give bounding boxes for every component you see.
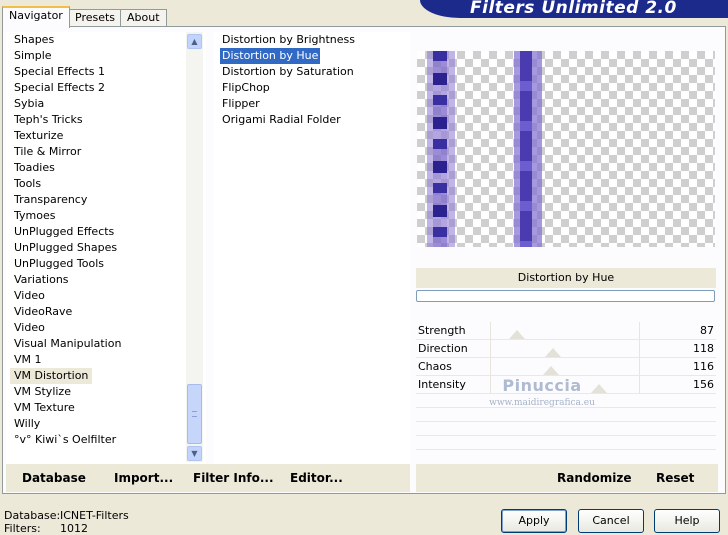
param-label: Intensity bbox=[418, 378, 466, 391]
chevron-up-icon[interactable]: ▲ bbox=[187, 34, 202, 49]
current-filter-name: Distortion by Hue bbox=[416, 268, 716, 288]
status-database: Database:ICNET-Filters bbox=[4, 509, 129, 522]
param-value: 87 bbox=[700, 324, 714, 337]
filter-preview bbox=[417, 51, 715, 247]
param-label: Strength bbox=[418, 324, 466, 337]
filter-item[interactable]: Distortion by Hue bbox=[220, 48, 321, 64]
category-item[interactable]: Video bbox=[10, 320, 49, 336]
preview-stripe-pattern bbox=[433, 51, 447, 247]
left-toolbar: Database Import... Filter Info... Editor… bbox=[6, 464, 410, 492]
editor-button[interactable]: Editor... bbox=[290, 471, 343, 485]
chevron-down-icon[interactable]: ▼ bbox=[187, 446, 202, 461]
import-button[interactable]: Import... bbox=[114, 471, 173, 485]
param-label: Direction bbox=[418, 342, 468, 355]
category-item[interactable]: Special Effects 2 bbox=[10, 80, 109, 96]
category-item[interactable]: VM Texture bbox=[10, 400, 79, 416]
category-item[interactable]: Sybia bbox=[10, 96, 48, 112]
category-item[interactable]: VM 1 bbox=[10, 352, 46, 368]
filter-info-button[interactable]: Filter Info... bbox=[193, 471, 274, 485]
category-item[interactable]: Willy bbox=[10, 416, 44, 432]
param-value: 156 bbox=[693, 378, 714, 391]
param-row-direction[interactable]: Direction 118 bbox=[416, 340, 716, 358]
grip-icon bbox=[192, 411, 197, 417]
param-value: 116 bbox=[693, 360, 714, 373]
category-item[interactable]: UnPlugged Tools bbox=[10, 256, 108, 272]
param-label: Chaos bbox=[418, 360, 452, 373]
category-item[interactable]: Toadies bbox=[10, 160, 59, 176]
category-item[interactable]: UnPlugged Effects bbox=[10, 224, 118, 240]
category-item[interactable]: °v° Kiwi`s Oelfilter bbox=[10, 432, 120, 448]
filter-item[interactable]: Distortion by Brightness bbox=[220, 32, 357, 48]
param-row-empty bbox=[416, 436, 716, 450]
category-item[interactable]: UnPlugged Shapes bbox=[10, 240, 121, 256]
tab-presets[interactable]: Presets bbox=[68, 9, 123, 27]
reset-button[interactable]: Reset bbox=[656, 471, 694, 485]
help-button[interactable]: Help bbox=[654, 509, 720, 533]
category-item[interactable]: Shapes bbox=[10, 32, 58, 48]
status-value: ICNET-Filters bbox=[60, 509, 129, 522]
category-item[interactable]: Video bbox=[10, 288, 49, 304]
filter-item[interactable]: Flipper bbox=[220, 96, 262, 112]
watermark-url: www.maidiregrafica.eu bbox=[489, 398, 595, 408]
param-row-strength[interactable]: Strength 87 bbox=[416, 322, 716, 340]
progress-bar bbox=[416, 290, 715, 302]
status-value: 1012 bbox=[60, 522, 88, 535]
filter-list[interactable]: Distortion by Brightness Distortion by Hu… bbox=[214, 32, 410, 464]
right-toolbar: Randomize Reset bbox=[416, 464, 718, 492]
param-slider[interactable] bbox=[490, 358, 640, 376]
param-row-empty bbox=[416, 408, 716, 422]
category-list[interactable]: Shapes Simple Special Effects 1 Special Eff… bbox=[6, 32, 206, 464]
param-slider[interactable] bbox=[490, 340, 640, 358]
tab-about[interactable]: About bbox=[120, 9, 167, 27]
param-row-empty bbox=[416, 422, 716, 436]
randomize-button[interactable]: Randomize bbox=[557, 471, 631, 485]
category-item[interactable]: Variations bbox=[10, 272, 73, 288]
preview-stripe-pattern bbox=[520, 51, 532, 247]
category-scrollbar[interactable]: ▲ ▼ bbox=[186, 32, 203, 462]
apply-button[interactable]: Apply bbox=[501, 509, 567, 533]
preview-stripe bbox=[427, 51, 455, 247]
category-item[interactable]: Texturize bbox=[10, 128, 67, 144]
cancel-button[interactable]: Cancel bbox=[578, 509, 644, 533]
database-button[interactable]: Database bbox=[22, 471, 86, 485]
filter-item[interactable]: Distortion by Saturation bbox=[220, 64, 356, 80]
category-item[interactable]: VM Stylize bbox=[10, 384, 75, 400]
status-label: Filters: bbox=[4, 522, 41, 535]
category-item[interactable]: Special Effects 1 bbox=[10, 64, 109, 80]
scrollbar-thumb[interactable] bbox=[187, 384, 202, 444]
filter-item[interactable]: Origami Radial Folder bbox=[220, 112, 343, 128]
slider-thumb[interactable] bbox=[543, 366, 559, 375]
category-item[interactable]: VM Distortion bbox=[10, 368, 93, 384]
status-filters: Filters: 1012 bbox=[4, 522, 88, 535]
status-label: Database: bbox=[4, 509, 61, 522]
category-item[interactable]: Teph's Tricks bbox=[10, 112, 87, 128]
category-item[interactable]: VideoRave bbox=[10, 304, 76, 320]
category-item[interactable]: Tile & Mirror bbox=[10, 144, 85, 160]
app-title: Filters Unlimited 2.0 bbox=[470, 0, 677, 18]
slider-thumb[interactable] bbox=[545, 348, 561, 357]
watermark-name: Pinuccia bbox=[502, 376, 582, 395]
category-item[interactable]: Tymoes bbox=[10, 208, 59, 224]
param-value: 118 bbox=[693, 342, 714, 355]
slider-thumb[interactable] bbox=[509, 330, 525, 339]
category-item[interactable]: Transparency bbox=[10, 192, 91, 208]
param-row-chaos[interactable]: Chaos 116 bbox=[416, 358, 716, 376]
tab-navigator[interactable]: Navigator bbox=[2, 6, 70, 28]
category-item[interactable]: Visual Manipulation bbox=[10, 336, 125, 352]
category-item[interactable]: Simple bbox=[10, 48, 56, 64]
filter-item[interactable]: FlipChop bbox=[220, 80, 272, 96]
category-item[interactable]: Tools bbox=[10, 176, 45, 192]
param-slider[interactable] bbox=[490, 322, 640, 340]
preview-stripe bbox=[514, 51, 542, 247]
